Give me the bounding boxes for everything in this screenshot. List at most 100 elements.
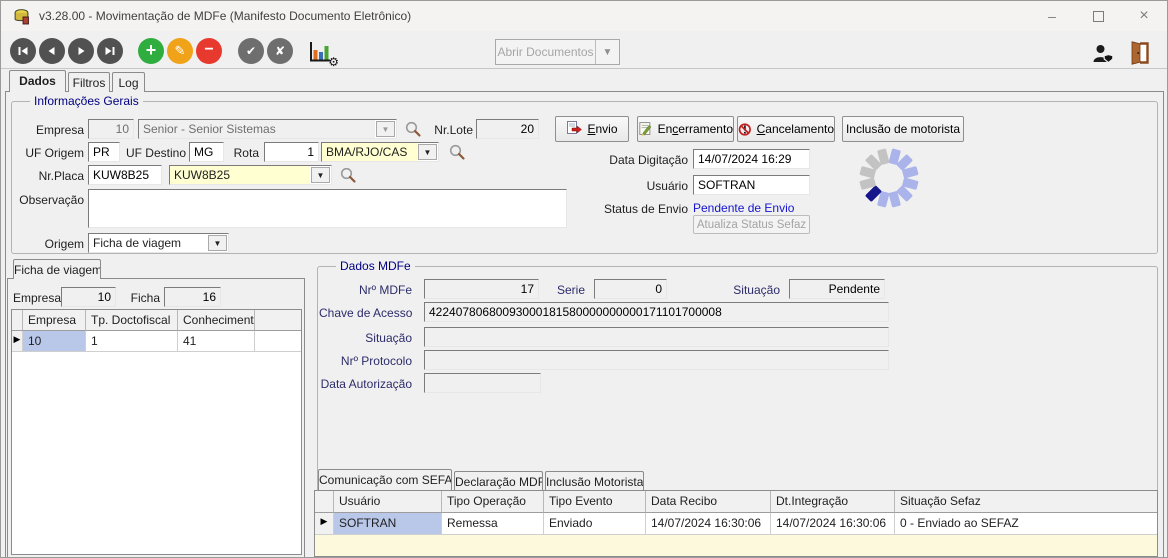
- tab-dados[interactable]: Dados: [9, 70, 66, 92]
- ficha-ficha-label: Ficha: [129, 291, 160, 305]
- observacao-textarea[interactable]: [88, 189, 567, 228]
- tab-log[interactable]: Log: [112, 72, 145, 92]
- cell-tipo-operacao[interactable]: Remessa: [442, 513, 544, 535]
- tab-filtros-label: Filtros: [73, 76, 106, 90]
- atualiza-status-button: Atualiza Status Sefaz: [693, 215, 810, 234]
- minimize-button[interactable]: –: [1029, 1, 1075, 31]
- cancelamento-button[interactable]: Cancelamento: [737, 116, 835, 142]
- next-record-icon: [74, 44, 88, 58]
- chevron-down-icon: ▼: [214, 239, 222, 248]
- rota-search-button[interactable]: [448, 143, 466, 161]
- prohibition-icon: [738, 122, 752, 137]
- ficha-grid-row[interactable]: ▶ 10 1 41: [12, 331, 301, 352]
- tab-ficha-de-viagem[interactable]: Ficha de viagem: [13, 259, 101, 279]
- chave-acesso-label: Chave de Acesso: [319, 306, 412, 320]
- pencil-icon: ✎: [175, 43, 186, 59]
- edit-record-button[interactable]: ✎: [167, 38, 193, 64]
- column-header[interactable]: Usuário: [334, 491, 442, 513]
- atualiza-status-label: Atualiza Status Sefaz: [697, 219, 806, 231]
- column-header[interactable]: Tp. Doctofiscal: [86, 310, 178, 331]
- exit-button[interactable]: [1128, 41, 1150, 65]
- confirm-button[interactable]: ✔: [238, 38, 264, 64]
- envio-button[interactable]: Envio: [555, 116, 629, 142]
- row-marker-icon: ▶: [321, 516, 328, 526]
- cell-tipo-evento[interactable]: Enviado: [544, 513, 646, 535]
- close-icon: ×: [1139, 7, 1148, 25]
- empresa-label: Empresa: [19, 123, 84, 137]
- maximize-icon: [1093, 11, 1104, 22]
- column-header[interactable]: Situação Sefaz: [895, 491, 1157, 513]
- tab-ficha-label: Ficha de viagem: [14, 263, 101, 277]
- origem-combo-value: Ficha de viagem: [89, 234, 207, 252]
- column-header[interactable]: Data Recibo: [646, 491, 771, 513]
- column-header[interactable]: Empresa: [23, 310, 86, 331]
- cell-empresa[interactable]: 10: [23, 331, 86, 352]
- encerramento-button[interactable]: Encerramento: [637, 116, 734, 142]
- nav-next-button[interactable]: [68, 38, 94, 64]
- tab-inclusao-motorista[interactable]: Inclusão Motorista: [545, 471, 644, 490]
- column-header[interactable]: Conhecimento: [178, 310, 255, 331]
- row-marker-cell: ▶: [12, 331, 23, 352]
- nrplaca-label: Nr.Placa: [19, 169, 84, 183]
- open-documents-button: Abrir Documentos ▼: [495, 39, 620, 65]
- origem-combo-arrow[interactable]: ▼: [208, 235, 227, 251]
- cell-dt-integracao[interactable]: 14/07/2024 16:30:06: [771, 513, 895, 535]
- app-icon: [13, 8, 30, 25]
- nav-previous-button[interactable]: [39, 38, 65, 64]
- tab-declaracao-label: Declaração MDFe: [455, 475, 543, 489]
- protocolo-label: Nrº Protocolo: [329, 354, 412, 368]
- window-title: v3.28.00 - Movimentação de MDFe (Manifes…: [39, 1, 411, 31]
- ficha-empresa-label: Empresa: [13, 291, 58, 305]
- empresa-search-button[interactable]: [404, 120, 422, 138]
- nrplaca-field[interactable]: KUW8B25: [88, 165, 162, 185]
- rota-code-field[interactable]: 1: [264, 142, 319, 162]
- tab-declaracao-mdfe[interactable]: Declaração MDFe: [454, 471, 543, 490]
- column-header[interactable]: Tipo Evento: [544, 491, 646, 513]
- cell-usuario[interactable]: SOFTRAN: [334, 513, 442, 535]
- maximize-button[interactable]: [1075, 1, 1121, 31]
- situacao-label: Situação: [715, 283, 780, 297]
- cancel-button[interactable]: ✘: [267, 38, 293, 64]
- marker-header-cell: [12, 310, 23, 331]
- nrplaca-search-button[interactable]: [339, 166, 357, 184]
- rota-combo[interactable]: BMA/RJO/CAS ▼: [321, 142, 439, 162]
- ficha-grid-empty-area: [12, 352, 301, 554]
- serie-label: Serie: [549, 283, 585, 297]
- cell-conhecimento[interactable]: 41: [178, 331, 255, 352]
- uf-origem-field[interactable]: PR: [88, 142, 120, 162]
- add-record-button[interactable]: +: [138, 38, 164, 64]
- column-header[interactable]: Tipo Operação: [442, 491, 544, 513]
- empresa-combo-arrow: ▼: [376, 121, 395, 137]
- observacao-label: Observação: [9, 193, 84, 207]
- door-exit-icon: [1128, 41, 1150, 65]
- inclusao-motorista-button[interactable]: Inclusão de motorista: [842, 116, 964, 142]
- nav-first-button[interactable]: [10, 38, 36, 64]
- tab-filtros[interactable]: Filtros: [68, 72, 110, 92]
- uf-origem-label: UF Origem: [11, 146, 84, 160]
- cell-data-recibo[interactable]: 14/07/2024 16:30:06: [646, 513, 771, 535]
- origem-combo[interactable]: Ficha de viagem ▼: [88, 233, 229, 253]
- user-permissions-button[interactable]: [1091, 42, 1116, 66]
- data-autorizacao-field: [424, 373, 541, 393]
- tab-comunicacao-sefaz[interactable]: Comunicação com SEFAZ: [318, 469, 452, 490]
- close-button[interactable]: ×: [1121, 1, 1167, 31]
- nrplaca-combo-arrow[interactable]: ▼: [311, 167, 330, 183]
- usuario-label: Usuário: [601, 179, 688, 193]
- delete-record-button[interactable]: −: [196, 38, 222, 64]
- tab-log-label: Log: [118, 76, 138, 90]
- column-header[interactable]: Dt.Integração: [771, 491, 895, 513]
- report-chart-button[interactable]: ⚙: [307, 39, 337, 66]
- cell-situacao-sefaz[interactable]: 0 - Enviado ao SEFAZ: [895, 513, 1157, 535]
- open-documents-label: Abrir Documentos: [496, 40, 595, 64]
- sefaz-grid: Usuário Tipo Operação Tipo Evento Data R…: [314, 490, 1158, 557]
- rota-combo-arrow[interactable]: ▼: [418, 144, 437, 160]
- sefaz-grid-row[interactable]: ▶ SOFTRAN Remessa Enviado 14/07/2024 16:…: [315, 513, 1157, 535]
- group-title: Dados MDFe: [336, 259, 415, 273]
- previous-record-icon: [45, 44, 59, 58]
- nr-mdfe-label: Nrº MDFe: [331, 283, 412, 297]
- usuario-field: SOFTRAN: [693, 175, 810, 195]
- nav-last-button[interactable]: [97, 38, 123, 64]
- nrplaca-combo[interactable]: KUW8B25 ▼: [169, 165, 332, 185]
- cell-tp-doctofiscal[interactable]: 1: [86, 331, 178, 352]
- gear-icon: ⚙: [328, 55, 339, 69]
